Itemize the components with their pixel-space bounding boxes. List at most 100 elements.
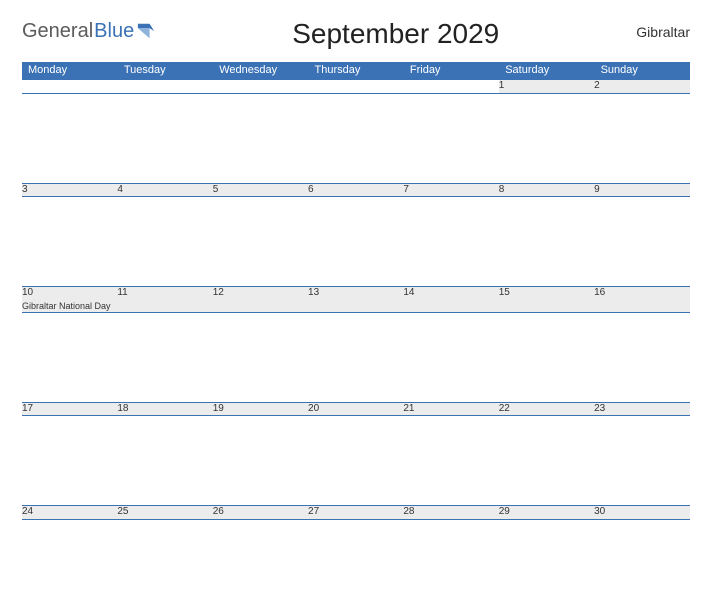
day-cell-header: 28: [403, 506, 498, 520]
day-cell-header: 30: [594, 506, 689, 520]
day-cell-header: 15: [499, 287, 594, 313]
day-cell-body: [308, 197, 403, 287]
week-body-row: [22, 197, 690, 287]
day-cell-body: [22, 197, 117, 287]
day-number: 12: [213, 287, 224, 298]
week-body-row: [22, 416, 690, 506]
day-cell-header: [22, 80, 117, 94]
day-cell-header: 24: [22, 506, 117, 520]
day-number: 4: [117, 184, 123, 195]
day-number: 11: [117, 287, 127, 298]
day-number: 1: [499, 80, 505, 91]
day-cell-header: 4: [117, 183, 212, 197]
day-cell-body: [499, 519, 594, 609]
week-body-row: [22, 519, 690, 609]
day-number: 6: [308, 184, 314, 195]
week-body-row: [22, 93, 690, 183]
day-cell-header: 8: [499, 183, 594, 197]
day-cell-body: [499, 93, 594, 183]
day-cell-header: 9: [594, 183, 689, 197]
day-cell-header: 19: [213, 402, 308, 416]
day-cell-header: 20: [308, 402, 403, 416]
day-number: 10: [22, 287, 33, 298]
day-number: 15: [499, 287, 510, 298]
day-cell-header: 26: [213, 506, 308, 520]
day-number: 27: [308, 506, 319, 517]
week-number-row: 17 18 19 2021 22 23: [22, 402, 690, 416]
day-cell-body: [403, 416, 498, 506]
day-cell-header: [308, 80, 403, 94]
day-number: 30: [594, 506, 605, 517]
day-number: 7: [403, 184, 409, 195]
day-cell-header: 6: [308, 183, 403, 197]
day-cell-body: [499, 197, 594, 287]
day-cell-body: [22, 519, 117, 609]
day-number: 3: [22, 184, 28, 195]
day-cell-header: 14: [403, 287, 498, 313]
day-number: 17: [22, 403, 33, 414]
page-corner-icon: [137, 22, 155, 40]
day-cell-body: [213, 312, 308, 402]
day-cell-body: [22, 416, 117, 506]
day-number: 21: [403, 403, 414, 414]
day-cell-header: 11: [117, 287, 212, 313]
day-number: 16: [594, 287, 605, 298]
week-number-row: 12: [22, 80, 690, 94]
day-number: 26: [213, 506, 224, 517]
day-cell-header: 5: [213, 183, 308, 197]
day-cell-body: [308, 416, 403, 506]
day-cell-body: [117, 312, 212, 402]
day-cell-body: [117, 519, 212, 609]
day-cell-header: 25: [117, 506, 212, 520]
weekday-header-row: Monday Tuesday Wednesday Thursday Friday…: [22, 62, 690, 80]
day-cell-body: [308, 93, 403, 183]
day-number: 18: [117, 403, 128, 414]
day-cell-body: [213, 519, 308, 609]
week-number-row: 10Gibraltar National Day111213141516: [22, 287, 690, 313]
day-cell-body: [22, 312, 117, 402]
calendar-grid: Monday Tuesday Wednesday Thursday Friday…: [22, 62, 690, 609]
day-cell-header: 2: [594, 80, 689, 94]
day-cell-header: 29: [499, 506, 594, 520]
day-cell-body: [403, 519, 498, 609]
day-number: 19: [213, 403, 224, 414]
week-body-row: [22, 312, 690, 402]
day-cell-header: [117, 80, 212, 94]
day-cell-body: [594, 93, 689, 183]
day-cell-header: [403, 80, 498, 94]
day-cell-body: [594, 312, 689, 402]
day-cell-header: 18: [117, 402, 212, 416]
day-cell-body: [403, 312, 498, 402]
day-cell-header: 22: [499, 402, 594, 416]
region-label: Gibraltar: [636, 18, 690, 40]
day-number: 8: [499, 184, 505, 195]
day-number: 24: [22, 506, 33, 517]
day-number: 23: [594, 403, 605, 414]
day-cell-header: 10 Gibraltar National Day: [22, 287, 117, 313]
day-cell-header: 16: [594, 287, 689, 313]
day-number: 28: [403, 506, 414, 517]
day-cell-body: [594, 416, 689, 506]
day-number: 25: [117, 506, 128, 517]
day-cell-body: [308, 519, 403, 609]
day-cell-body: [213, 416, 308, 506]
weekday-header: Sunday: [594, 62, 689, 80]
calendar-title: September 2029: [292, 18, 499, 50]
weekday-header: Tuesday: [117, 62, 212, 80]
day-number: 2: [594, 80, 600, 91]
holiday-label: Gibraltar National Day: [22, 300, 117, 312]
week-number-row: 3 4 56 7 8 9: [22, 183, 690, 197]
day-cell-header: 3: [22, 183, 117, 197]
logo-text-general: General: [22, 20, 93, 43]
day-cell-body: [499, 312, 594, 402]
day-cell-body: [117, 416, 212, 506]
header: General Blue September 2029 Gibraltar: [22, 18, 690, 50]
weekday-header: Thursday: [308, 62, 403, 80]
day-cell-body: [594, 519, 689, 609]
day-cell-header: 23: [594, 402, 689, 416]
day-cell-header: 17: [22, 402, 117, 416]
calendar-body: 12345678910Gibraltar National Day1112131…: [22, 80, 690, 609]
logo: General Blue: [22, 18, 155, 43]
day-number: 22: [499, 403, 510, 414]
day-cell-body: [403, 197, 498, 287]
